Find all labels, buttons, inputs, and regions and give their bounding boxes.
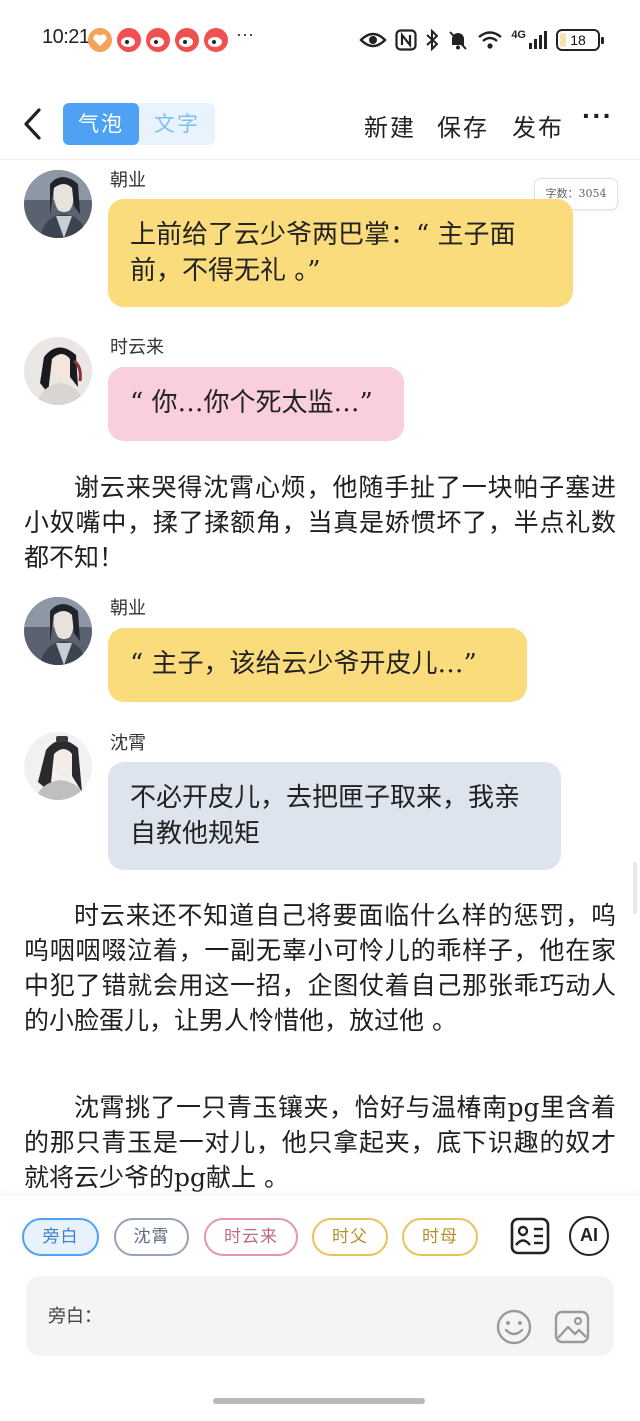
save-button[interactable]: 保存 <box>437 108 489 143</box>
role-chip-father[interactable]: 时父 <box>312 1218 388 1256</box>
avatar-shiyunlai[interactable] <box>24 337 92 405</box>
app-notification-icon <box>88 28 112 52</box>
status-bar: 10:21 ··· 4G 18 <box>0 0 640 80</box>
network-type: 4G <box>511 29 526 41</box>
more-notifications-icon: ··· <box>236 24 254 44</box>
speaker-name: 朝业 <box>110 170 146 191</box>
message-bubble[interactable]: “ 主子，该给云少爷开皮儿…” <box>108 628 527 702</box>
mute-bell-icon <box>449 31 468 50</box>
weibo-notification-icon <box>117 28 141 52</box>
status-icons: 4G 18 <box>359 26 604 54</box>
back-arrow-icon[interactable] <box>18 104 48 144</box>
role-chip-shiyunlai[interactable]: 时云来 <box>204 1218 298 1256</box>
mode-switch: 气泡 文字 <box>63 103 215 145</box>
avatar-shenxiao[interactable] <box>24 732 92 800</box>
scroll-handle[interactable] <box>633 862 637 914</box>
status-time: 10:21 <box>42 26 90 48</box>
eye-icon <box>359 32 388 48</box>
speaker-name: 朝业 <box>110 598 146 619</box>
narration-paragraph[interactable]: 谢云来哭得沈霄心烦，他随手扯了一块帕子塞进小奴嘴中，揉了揉额角，当真是娇惯坏了，… <box>24 470 616 575</box>
weibo-notification-icon <box>175 28 199 52</box>
weibo-notification-icon <box>146 28 170 52</box>
publish-button[interactable]: 发布 <box>512 108 564 143</box>
image-picker-icon[interactable] <box>554 1309 590 1345</box>
signal-icon <box>529 31 547 49</box>
speaker-name: 时云来 <box>110 337 164 358</box>
avatar-chaoye[interactable] <box>24 170 92 238</box>
narration-paragraph[interactable]: 沈霄挑了一只青玉镶夹，恰好与温椿南pg里含着的那只青玉是一对儿，他只拿起夹，底下… <box>24 1090 616 1195</box>
bluetooth-icon <box>426 29 439 51</box>
role-chip-mother[interactable]: 时母 <box>402 1218 478 1256</box>
tab-text[interactable]: 文字 <box>139 103 215 145</box>
nfc-icon <box>395 29 417 51</box>
tab-bubble[interactable]: 气泡 <box>63 103 139 145</box>
message-bubble[interactable]: “ 你…你个死太监…” <box>108 367 404 441</box>
weibo-notification-icon <box>204 28 228 52</box>
input-role-label: 旁白： <box>48 1306 102 1327</box>
home-indicator[interactable] <box>213 1398 425 1404</box>
character-list-icon[interactable] <box>510 1216 550 1256</box>
emoji-icon[interactable] <box>496 1309 532 1345</box>
wifi-icon <box>478 31 503 49</box>
message-bubble[interactable]: 上前给了云少爷两巴掌：“ 主子面前，不得无礼 。” <box>108 199 573 307</box>
message-bubble[interactable]: 不必开皮儿，去把匣子取来，我亲自教他规矩 <box>108 762 561 870</box>
role-chip-shenxiao[interactable]: 沈霄 <box>114 1218 189 1256</box>
role-chip-narrator[interactable]: 旁白 <box>22 1218 99 1256</box>
editor-toolbar: 气泡 文字 新建 保存 发布 ··· <box>0 90 640 160</box>
narration-paragraph[interactable]: 时云来还不知道自己将要面临什么样的惩罚，呜呜咽咽啜泣着，一副无辜小可怜儿的乖样子… <box>24 898 616 1038</box>
new-button[interactable]: 新建 <box>364 108 416 143</box>
avatar-chaoye[interactable] <box>24 597 92 665</box>
more-options-icon[interactable]: ··· <box>582 100 613 132</box>
battery-icon: 18 <box>556 29 604 51</box>
ai-assistant-icon[interactable]: AI <box>569 1216 609 1256</box>
speaker-name: 沈霄 <box>110 733 146 754</box>
